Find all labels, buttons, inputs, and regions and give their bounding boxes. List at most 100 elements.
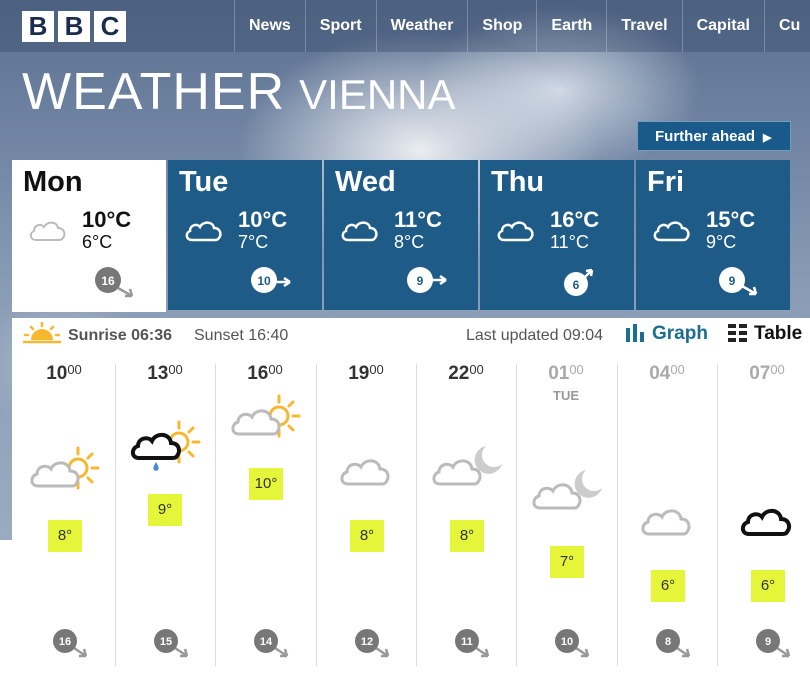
day-high: 16°C	[550, 207, 600, 232]
hour-column[interactable]: 0400 6° 8	[617, 352, 717, 674]
graph-label: Graph	[652, 323, 708, 344]
hour-time: 0400	[649, 362, 685, 384]
day-high: 15°C	[706, 207, 756, 232]
arrow-right-icon: ▶	[763, 132, 772, 144]
table-view-button[interactable]: Table	[728, 323, 802, 345]
temperature-badge: 8°	[48, 520, 82, 552]
cloud-icon	[653, 221, 690, 242]
wind-icon: 9	[719, 267, 758, 296]
hour-column[interactable]: 1600 10° 14	[215, 352, 315, 674]
nav-item-capital[interactable]: Capital	[681, 0, 764, 52]
wind-speed: 14	[260, 636, 273, 648]
temperature-badge: 8°	[450, 520, 484, 552]
sunrise-icon	[23, 322, 61, 344]
bbc-logo[interactable]: B B C	[22, 11, 126, 42]
wind-icon: 9	[756, 629, 791, 658]
cloud-icon	[341, 221, 378, 242]
table-icon	[728, 324, 747, 342]
sun-cloud-icon	[231, 394, 301, 438]
table-label: Table	[754, 323, 803, 344]
temperature-badge: 9°	[148, 494, 182, 526]
day-high: 11°C	[394, 207, 442, 232]
temperature-badge: 7°	[550, 546, 584, 578]
moon-cloud-icon	[532, 470, 602, 510]
cloud-icon	[340, 459, 390, 486]
logo-letter: B	[22, 11, 54, 42]
wind-speed: 9	[417, 274, 424, 288]
wind-icon: 10	[251, 267, 291, 293]
day-tab-mon[interactable]: Mon 10°C 6°C 16	[12, 160, 166, 312]
day-name: Tue	[179, 166, 229, 198]
hour-time: 0100	[548, 362, 584, 384]
wind-icon: 12	[355, 629, 390, 658]
nav-item-culture[interactable]: Cu	[763, 0, 810, 52]
weather-heading: WEATHER	[22, 63, 286, 121]
sunset-time: Sunset 16:40	[194, 327, 289, 344]
day-tab-wed[interactable]: Wed 11°C 8°C 9	[324, 160, 478, 310]
further-ahead-label: Further ahead	[655, 128, 756, 145]
nav-item-travel[interactable]: Travel	[606, 0, 681, 52]
cloud-icon	[29, 221, 66, 241]
hour-column[interactable]: 1900 8° 12	[316, 352, 416, 674]
day-tab-thu[interactable]: Thu 16°C 11°C 6	[480, 160, 634, 310]
day-name: Mon	[23, 166, 83, 198]
wind-icon: 10	[555, 629, 590, 658]
column-divider	[316, 364, 317, 666]
wind-icon: 16	[53, 629, 88, 658]
wind-speed: 9	[765, 636, 771, 648]
nav-item-earth[interactable]: Earth	[536, 0, 606, 52]
day-high: 10°C	[82, 207, 132, 232]
hour-time: 1000	[46, 362, 82, 384]
temperature-badge: 8°	[350, 520, 384, 552]
logo-letter: C	[94, 11, 126, 42]
column-divider	[516, 364, 517, 666]
wind-speed: 10	[561, 636, 573, 648]
day-low: 6°C	[82, 232, 113, 252]
column-divider	[717, 364, 718, 666]
wind-speed: 6	[573, 278, 580, 292]
sun-cloud-icon	[30, 446, 100, 490]
graph-view-button[interactable]: Graph	[626, 323, 708, 345]
hour-column[interactable]: 1000 8° 16	[14, 352, 114, 674]
wind-icon: 14	[254, 629, 289, 658]
moon-cloud-icon	[432, 446, 502, 486]
day-low: 7°C	[238, 232, 269, 252]
wind-icon: 9	[407, 267, 447, 293]
wind-speed: 15	[160, 636, 172, 648]
day-tab-fri[interactable]: Fri 15°C 9°C 9	[636, 160, 790, 310]
last-updated: Last updated 09:04	[466, 327, 604, 344]
day-tab-tue[interactable]: Tue 10°C 7°C 10	[168, 160, 322, 310]
logo-letter: B	[58, 11, 90, 42]
black-cloud-icon	[740, 508, 791, 536]
nav-item-sport[interactable]: Sport	[304, 0, 376, 52]
hour-time: 1300	[147, 362, 183, 384]
day-low: 8°C	[394, 232, 425, 252]
sun-rain-cloud-icon	[130, 420, 201, 471]
column-divider	[115, 364, 116, 666]
nav-item-news[interactable]: News	[234, 0, 305, 52]
column-divider	[416, 364, 417, 666]
wind-speed: 16	[101, 274, 115, 288]
wind-icon: 6	[564, 268, 594, 296]
hour-time: 2200	[448, 362, 484, 384]
wind-speed: 9	[729, 274, 736, 288]
day-high: 10°C	[238, 207, 288, 232]
nav-item-shop[interactable]: Shop	[467, 0, 536, 52]
page-title: WEATHER VIENNA	[22, 62, 456, 122]
day-label: TUE	[553, 388, 579, 403]
nav-item-weather[interactable]: Weather	[375, 0, 468, 52]
further-ahead-button[interactable]: Further ahead ▶	[637, 121, 791, 151]
wind-speed: 16	[59, 636, 71, 648]
hour-column[interactable]: 0100 TUE 7° 10	[516, 352, 616, 674]
hour-column[interactable]: 1300 9° 15	[115, 352, 215, 674]
wind-icon: 8	[656, 629, 691, 658]
hour-time: 1900	[348, 362, 384, 384]
wind-icon: 16	[95, 267, 134, 298]
top-navigation: B B C News Sport Weather Shop Earth Trav…	[0, 0, 810, 52]
cloud-icon	[185, 221, 222, 242]
hour-column[interactable]: 0700 6° 9	[717, 352, 810, 674]
bar-chart-icon	[626, 324, 644, 342]
wind-speed: 11	[461, 636, 473, 648]
hour-column[interactable]: 2200 8° 11	[416, 352, 516, 674]
day-low: 9°C	[706, 232, 737, 252]
